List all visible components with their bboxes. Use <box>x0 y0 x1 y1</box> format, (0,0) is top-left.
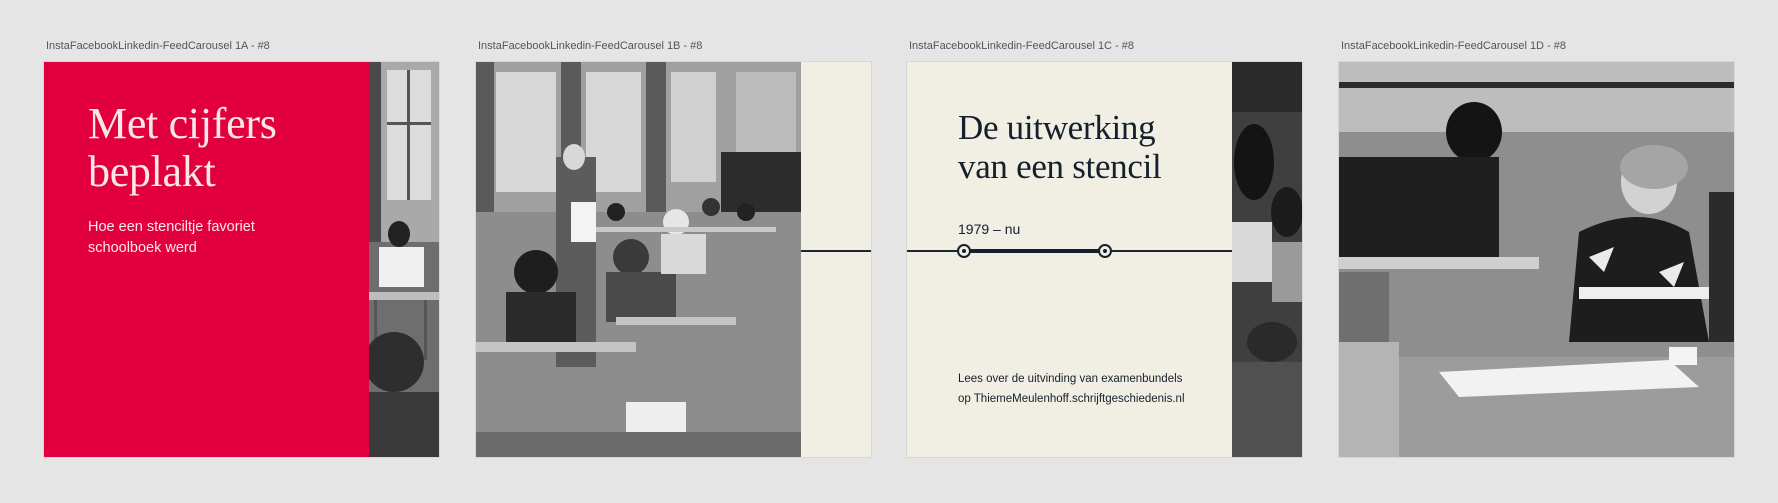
frame-1a-subtitle: Hoe een stenciltje favoriet schoolboek w… <box>88 217 318 259</box>
frame-label-1d[interactable]: InstaFacebookLinkedin-FeedCarousel 1D - … <box>1341 40 1566 52</box>
timeline-end-dot <box>1098 244 1112 258</box>
frame-1a-title-line2: beplakt <box>88 147 216 196</box>
timeline-active-segment <box>964 249 1105 253</box>
carousel-frame-1a[interactable]: Met cijfers beplakt Hoe een stenciltje f… <box>44 62 439 457</box>
carousel-frame-1c[interactable]: De uitwerking van een stencil 1979 – nu … <box>907 62 1302 457</box>
frame-1c-footer-line2: op ThiemeMeulenhoff.schrijftgeschiedenis… <box>958 393 1185 405</box>
frame-1c-photo <box>1232 62 1302 457</box>
frame-1a-title: Met cijfers beplakt <box>88 100 348 196</box>
frame-1c-footer-line1: Lees over de uitvinding van examenbundel… <box>958 373 1183 385</box>
frame-label-1b[interactable]: InstaFacebookLinkedin-FeedCarousel 1B - … <box>478 40 702 52</box>
timeline-range-label: 1979 – nu <box>958 221 1021 237</box>
timeline-start-dot <box>957 244 971 258</box>
frame-1a-subtitle-line1: Hoe een stenciltje favoriet <box>88 219 255 235</box>
frame-label-1c[interactable]: InstaFacebookLinkedin-FeedCarousel 1C - … <box>909 40 1134 52</box>
frame-1a-photo <box>369 62 439 457</box>
frame-1c-title: De uitwerking van een stencil <box>958 108 1218 186</box>
carousel-frame-1b[interactable] <box>476 62 871 457</box>
timeline-connector <box>801 250 871 252</box>
frame-1a-subtitle-line2: schoolboek werd <box>88 240 197 256</box>
frame-1a-title-line1: Met cijfers <box>88 99 277 148</box>
frame-1c-footer: Lees over de uitvinding van examenbundel… <box>958 369 1218 409</box>
frame-1b-photo <box>476 62 801 457</box>
frame-1c-title-line1: De uitwerking <box>958 108 1156 147</box>
carousel-frame-1d[interactable] <box>1339 62 1734 457</box>
frame-label-1a[interactable]: InstaFacebookLinkedin-FeedCarousel 1A - … <box>46 40 270 52</box>
frame-1c-title-line2: van een stencil <box>958 147 1162 186</box>
frame-1d-photo <box>1339 62 1734 457</box>
